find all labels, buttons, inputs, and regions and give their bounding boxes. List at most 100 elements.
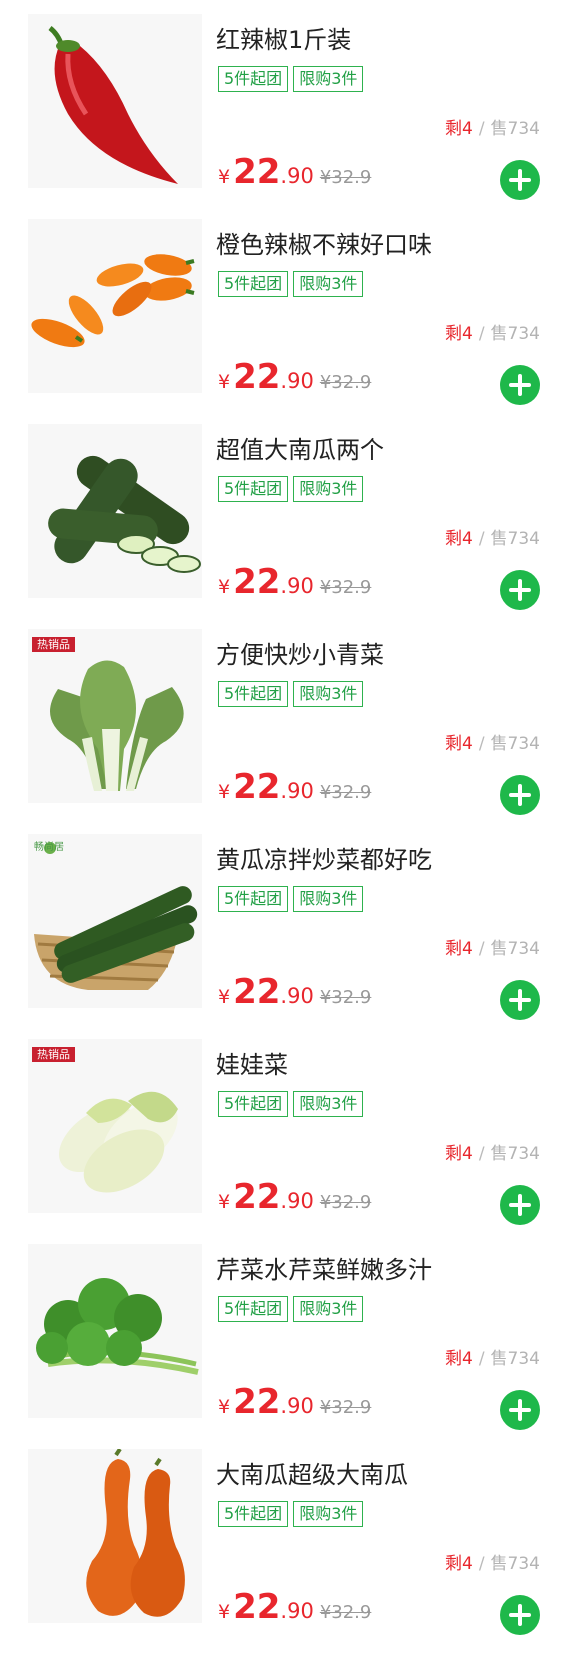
add-to-cart-button[interactable] [500,980,540,1020]
price-decimal: .90 [280,1189,314,1213]
product-image[interactable] [28,1244,202,1418]
price-row: ¥22.90 ¥32.9 [218,1382,371,1422]
original-price: ¥32.9 [319,1602,372,1623]
product-image[interactable] [28,424,202,598]
zucchini-image [48,455,201,573]
currency-symbol: ¥ [218,1396,231,1418]
plus-icon [509,169,531,191]
sold-count: 售734 [490,1349,540,1369]
product-title[interactable]: 橙色辣椒不辣好口味 [216,225,432,260]
product-title[interactable]: 黄瓜凉拌炒菜都好吃 [216,840,432,875]
remaining-count: 剩4 [444,529,473,549]
remaining-count: 剩4 [444,1554,473,1574]
product-title[interactable]: 娃娃菜 [216,1045,288,1080]
product-image[interactable]: 热销品 [28,629,202,803]
product-item[interactable]: 热销品 方便快炒小青菜 5件起团 限购3件 剩4/售734 ¥22.90 ¥32.… [0,615,570,820]
price-row: ¥22.90 ¥32.9 [218,972,371,1012]
product-image[interactable] [28,1449,202,1623]
add-to-cart-button[interactable] [500,1595,540,1635]
product-title[interactable]: 超值大南瓜两个 [216,430,384,465]
remaining-count: 剩4 [444,324,473,344]
remaining-count: 剩4 [444,1144,473,1164]
price-integer: 22 [233,1382,281,1422]
original-price: ¥32.9 [319,1397,372,1418]
purchase-limit-tag: 限购3件 [293,1091,364,1117]
purchase-limit-tag: 限购3件 [293,66,364,92]
product-title[interactable]: 大南瓜超级大南瓜 [216,1455,408,1490]
stock-separator: / [478,529,485,549]
purchase-limit-tag: 限购3件 [293,1501,364,1527]
product-item[interactable]: 超值大南瓜两个 5件起团 限购3件 剩4/售734 ¥22.90 ¥32.9 [0,410,570,615]
add-to-cart-button[interactable] [500,1185,540,1225]
add-to-cart-button[interactable] [500,1390,540,1430]
product-image[interactable]: 畅尚居 [28,834,202,1008]
price-decimal: .90 [280,1394,314,1418]
product-image[interactable] [28,219,202,393]
group-buy-tag: 5件起团 [218,1091,289,1117]
purchase-limit-tag: 限购3件 [293,271,364,297]
sold-count: 售734 [490,939,540,959]
group-buy-tag: 5件起团 [218,886,289,912]
product-image[interactable] [28,14,202,188]
product-item[interactable]: 大南瓜超级大南瓜 5件起团 限购3件 剩4/售734 ¥22.90 ¥32.9 [0,1435,570,1640]
product-title[interactable]: 方便快炒小青菜 [216,635,384,670]
tag-row: 5件起团 限购3件 [218,66,364,92]
stock-separator: / [478,324,485,344]
currency-symbol: ¥ [218,1601,231,1623]
stock-separator: / [478,939,485,959]
stock-info: 剩4/售734 [445,1549,540,1574]
product-title[interactable]: 红辣椒1斤装 [216,20,351,55]
price-decimal: .90 [280,574,314,598]
purchase-limit-tag: 限购3件 [293,886,364,912]
original-price: ¥32.9 [319,167,372,188]
cucumber-basket-image [34,842,198,990]
add-to-cart-button[interactable] [500,570,540,610]
tag-row: 5件起团 限购3件 [218,1091,364,1117]
original-price: ¥32.9 [319,1192,372,1213]
add-to-cart-button[interactable] [500,365,540,405]
product-list: 红辣椒1斤装 5件起团 限购3件 剩4/售734 ¥22.90 ¥32.9 橙色… [0,0,570,1640]
sold-count: 售734 [490,324,540,344]
stock-info: 剩4/售734 [445,1344,540,1369]
product-item[interactable]: 橙色辣椒不辣好口味 5件起团 限购3件 剩4/售734 ¥22.90 ¥32.9 [0,205,570,410]
price-row: ¥22.90 ¥32.9 [218,152,371,192]
sold-count: 售734 [490,529,540,549]
product-title[interactable]: 芹菜水芹菜鲜嫩多汁 [216,1250,432,1285]
price-row: ¥22.90 ¥32.9 [218,1177,371,1217]
original-price: ¥32.9 [319,782,372,803]
price-integer: 22 [233,357,281,397]
sold-count: 售734 [490,1144,540,1164]
product-item[interactable]: 畅尚居 黄瓜凉拌炒菜都好吃 5件起团 限购3件 剩4/售734 ¥22.90 ¥3… [0,820,570,1025]
price-integer: 22 [233,972,281,1012]
remaining-count: 剩4 [444,1349,473,1369]
product-item[interactable]: 红辣椒1斤装 5件起团 限购3件 剩4/售734 ¥22.90 ¥32.9 [0,0,570,205]
currency-symbol: ¥ [218,166,231,188]
price-integer: 22 [233,1587,281,1627]
add-to-cart-button[interactable] [500,775,540,815]
currency-symbol: ¥ [218,576,231,598]
add-to-cart-button[interactable] [500,160,540,200]
product-item[interactable]: 热销品 娃娃菜 5件起团 限购3件 剩4/售734 ¥22.90 ¥32.9 [0,1025,570,1230]
original-price: ¥32.9 [319,987,372,1008]
plus-icon [509,1399,531,1421]
price-decimal: .90 [280,369,314,393]
remaining-count: 剩4 [444,119,473,139]
plus-icon [509,989,531,1011]
price-integer: 22 [233,562,281,602]
product-item[interactable]: 芹菜水芹菜鲜嫩多汁 5件起团 限购3件 剩4/售734 ¥22.90 ¥32.9 [0,1230,570,1435]
tag-row: 5件起团 限购3件 [218,886,364,912]
currency-symbol: ¥ [218,781,231,803]
product-image[interactable]: 热销品 [28,1039,202,1213]
sold-count: 售734 [490,734,540,754]
price-integer: 22 [233,152,281,192]
celery-image [36,1278,199,1375]
stock-separator: / [478,734,485,754]
stock-info: 剩4/售734 [445,114,540,139]
plus-icon [509,1604,531,1626]
remaining-count: 剩4 [444,939,473,959]
price-decimal: .90 [280,164,314,188]
stock-separator: / [478,119,485,139]
stock-separator: / [478,1144,485,1164]
plus-icon [509,374,531,396]
sold-count: 售734 [490,119,540,139]
